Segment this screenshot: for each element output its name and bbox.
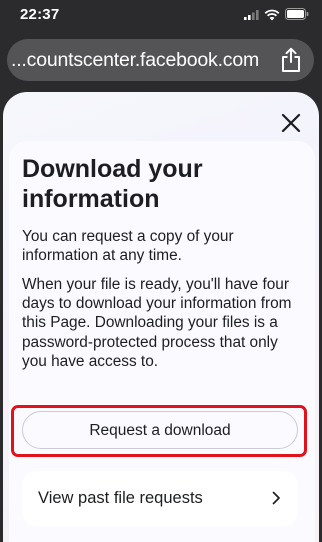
details-text: When your file is ready, you'll have fou… [22,276,292,370]
page-title: Download your information [22,155,203,213]
download-info-sheet: Download your information You can reques… [3,92,319,542]
url-text[interactable]: ...countscenter.facebook.com [11,49,259,72]
download-info-panel: Download your information You can reques… [9,141,315,542]
share-icon[interactable] [280,47,302,73]
intro-text: You can request a copy of your informati… [22,228,234,265]
address-bar[interactable]: ...countscenter.facebook.com [7,39,314,81]
status-bar: 22:37 [0,0,322,30]
request-download-button[interactable]: Request a download [22,411,298,449]
view-past-requests-row[interactable]: View past file requests [22,471,298,526]
close-icon[interactable] [279,111,303,135]
past-requests-label: View past file requests [38,489,203,507]
wifi-icon [264,9,280,21]
cellular-signal-icon [244,10,259,20]
battery-icon [285,8,309,20]
status-time: 22:37 [20,6,60,23]
chevron-right-icon [272,491,280,505]
